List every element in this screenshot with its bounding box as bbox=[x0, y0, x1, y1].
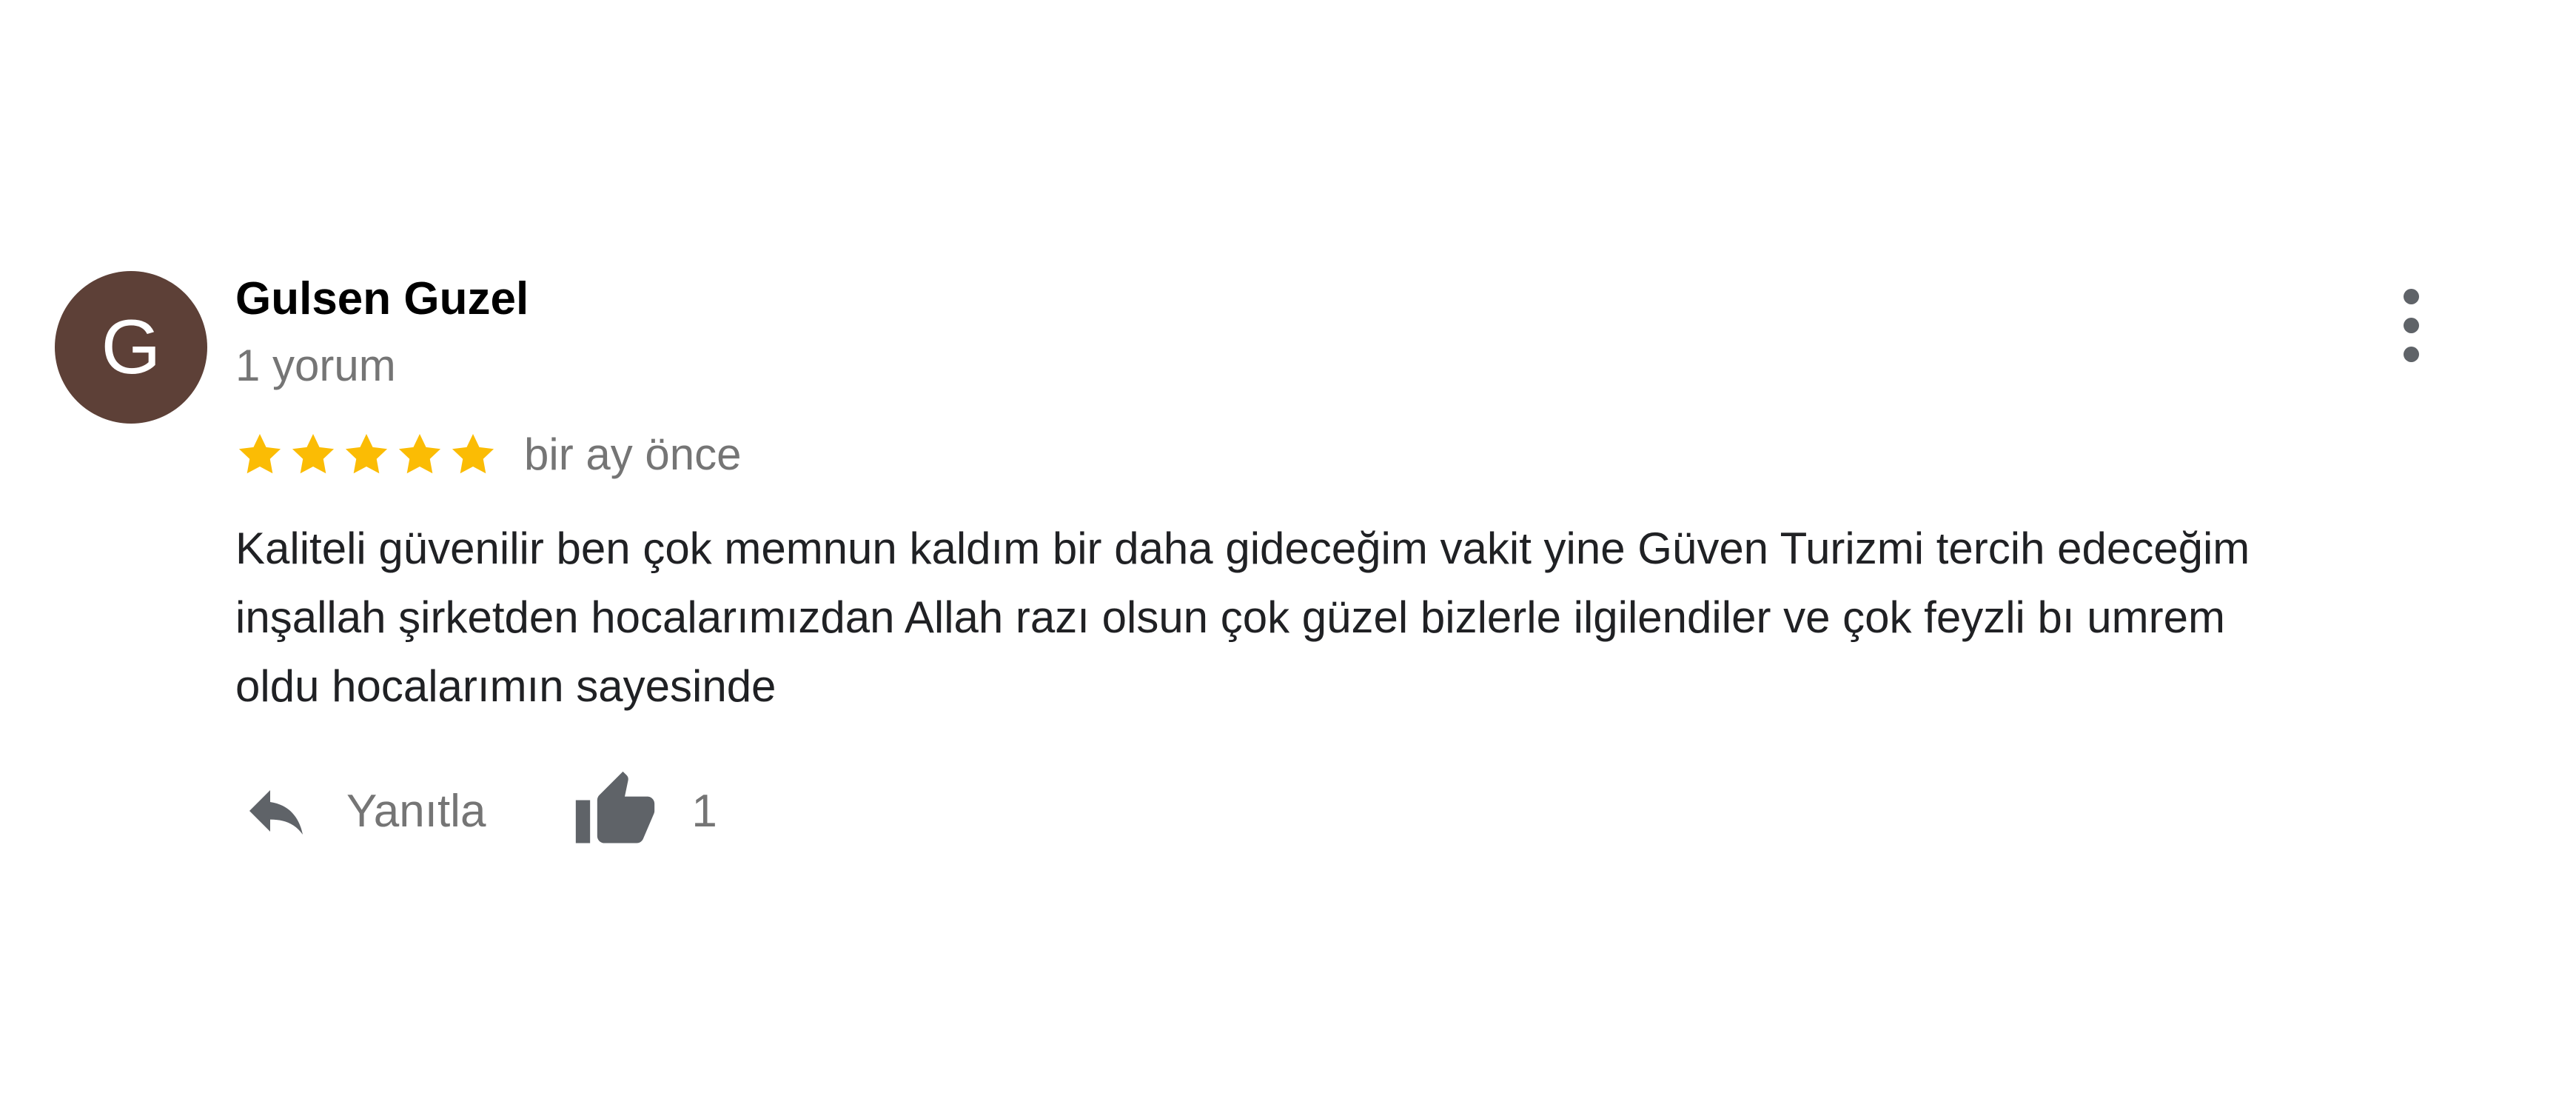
star-rating bbox=[235, 430, 497, 479]
star-icon bbox=[292, 433, 335, 474]
review-text-line: Kaliteli güvenilir ben çok memnun kaldım… bbox=[235, 524, 2250, 573]
star-icon bbox=[238, 433, 281, 474]
thumbs-up-icon bbox=[576, 771, 655, 843]
reply-icon bbox=[249, 790, 303, 835]
star-icon bbox=[345, 433, 388, 474]
review-text-line: oldu hocalarımın sayesinde bbox=[235, 661, 777, 711]
review-count: 1 yorum bbox=[235, 341, 396, 390]
like-count: 1 bbox=[691, 785, 717, 837]
star-icon bbox=[452, 433, 494, 474]
review-card: G Gulsen Guzel 1 yorum bir ay önce Kalit… bbox=[0, 0, 2576, 1096]
star-icon bbox=[398, 433, 441, 474]
reviewer-name[interactable]: Gulsen Guzel bbox=[235, 271, 529, 327]
reply-button[interactable]: Yanıtla bbox=[235, 775, 486, 846]
like-button[interactable]: 1 bbox=[568, 768, 717, 854]
review-text: Kaliteli güvenilir ben çok memnun kaldım… bbox=[235, 514, 2530, 721]
reply-label: Yanıtla bbox=[346, 785, 486, 837]
rating-row: bir ay önce bbox=[235, 425, 742, 484]
review-date: bir ay önce bbox=[524, 430, 742, 479]
more-options-button[interactable] bbox=[2385, 289, 2437, 363]
avatar[interactable]: G bbox=[55, 271, 207, 424]
review-text-line: inşallah şirketden hocalarımızdan Allah … bbox=[235, 592, 2225, 642]
review-actions: Yanıtla 1 bbox=[235, 763, 717, 859]
